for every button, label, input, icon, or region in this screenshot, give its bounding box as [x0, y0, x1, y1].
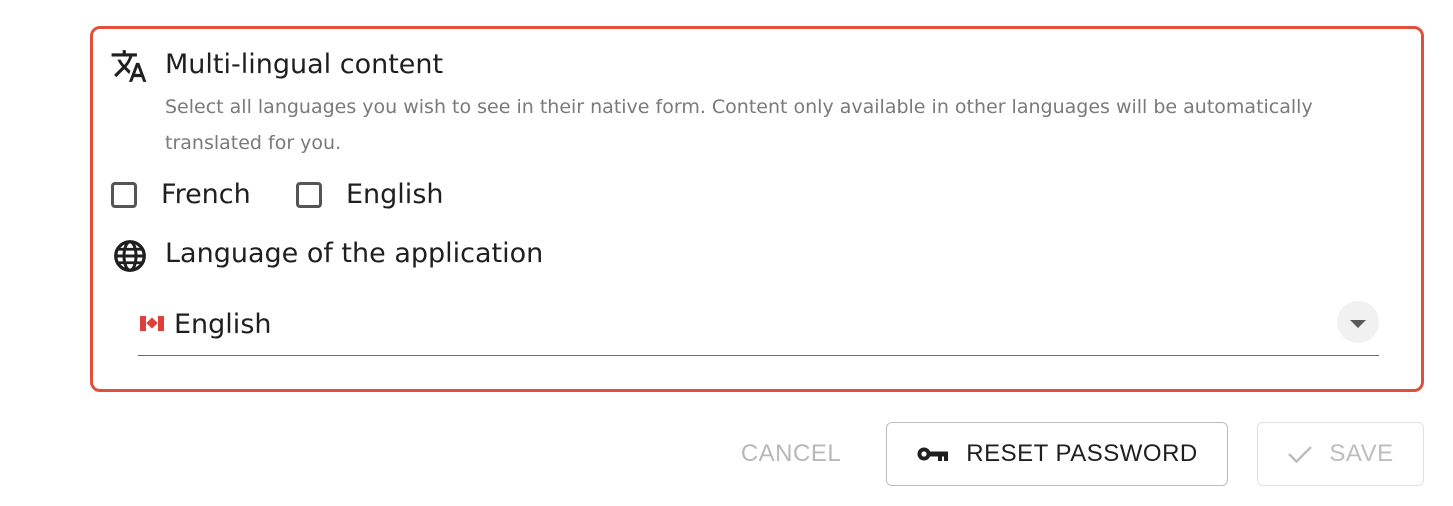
canada-flag-icon	[140, 316, 164, 331]
app-language-title: Language of the application	[165, 238, 544, 269]
app-language-select[interactable]: English	[138, 299, 1379, 356]
multilingual-title: Multi-lingual content	[165, 49, 444, 80]
check-icon	[1287, 444, 1313, 464]
key-icon	[916, 445, 950, 463]
cancel-button-label: CANCEL	[740, 440, 842, 467]
checkbox-english-label: English	[346, 179, 444, 210]
cancel-button[interactable]: CANCEL	[720, 422, 862, 486]
language-settings-panel: Multi-lingual content Select all languag…	[90, 26, 1424, 392]
multilingual-description: Select all languages you wish to see in …	[165, 96, 1313, 154]
reset-password-label: RESET PASSWORD	[966, 440, 1198, 467]
globe-icon	[110, 236, 150, 276]
save-button[interactable]: SAVE	[1257, 422, 1424, 486]
reset-password-button[interactable]: RESET PASSWORD	[886, 422, 1228, 486]
app-language-selected: English	[174, 309, 272, 340]
dropdown-arrow-icon[interactable]	[1337, 301, 1379, 343]
checkbox-english[interactable]: English	[296, 179, 444, 210]
checkbox-english-box[interactable]	[296, 181, 322, 208]
translate-icon	[109, 46, 149, 86]
checkbox-french[interactable]: French	[111, 179, 251, 210]
checkbox-french-label: French	[161, 179, 251, 210]
checkbox-french-box[interactable]	[111, 181, 137, 208]
save-button-label: SAVE	[1329, 440, 1394, 467]
